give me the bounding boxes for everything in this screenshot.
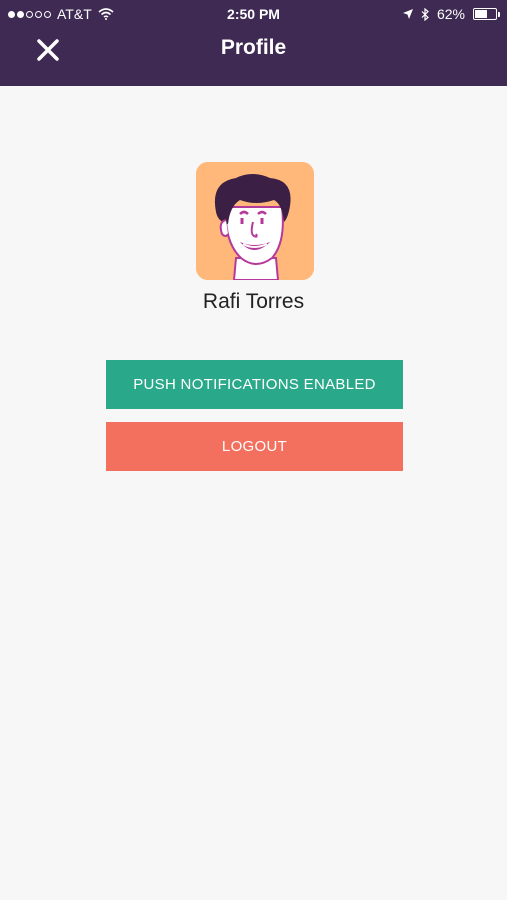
- status-right: 62%: [402, 6, 500, 22]
- page-title: Profile: [220, 36, 287, 59]
- app-header: AT&T 2:50 PM 62% Profile: [0, 0, 507, 86]
- avatar: [196, 162, 314, 280]
- avatar-illustration: [196, 162, 314, 280]
- battery-icon: [473, 8, 500, 20]
- bluetooth-icon: [421, 7, 429, 21]
- profile-name: Rafi Torres: [202, 290, 305, 313]
- location-arrow-icon: [402, 9, 413, 19]
- battery-fill: [475, 10, 488, 18]
- battery-percent: 62%: [436, 6, 465, 22]
- push-notifications-button[interactable]: PUSH NOTIFICATIONS ENABLED: [106, 360, 403, 409]
- logout-button[interactable]: LOGOUT: [106, 422, 403, 471]
- status-bar: AT&T 2:50 PM 62%: [0, 0, 507, 28]
